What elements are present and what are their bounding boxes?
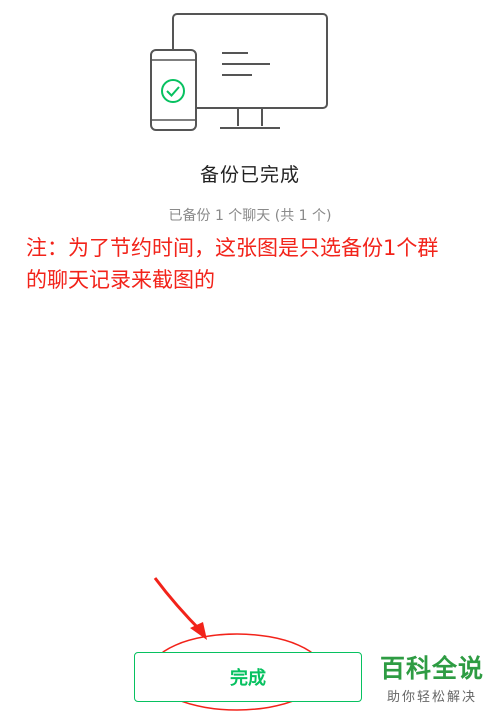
done-button[interactable]: 完成 (134, 652, 362, 702)
watermark-subtitle: 助你轻松解决 (386, 690, 477, 705)
watermark-title: 百科全说 (379, 654, 484, 683)
annotation-line-1: 注：为了节约时间，这张图是只选备份1个群 (26, 236, 439, 260)
backup-complete-title: 备份已完成 (199, 164, 300, 186)
annotation-line-2: 的聊天记录来截图的 (26, 268, 215, 292)
phone-icon (150, 49, 197, 131)
annotation-arrow (153, 577, 207, 640)
backup-count-text: 已备份 1 个聊天 (共 1 个) (168, 208, 332, 224)
backup-illustration (150, 13, 328, 131)
annotation-note: 注：为了节约时间，这张图是只选备份1个群 的聊天记录来截图的 (26, 232, 494, 296)
watermark: 百科全说 助你轻松解决 (372, 654, 492, 705)
